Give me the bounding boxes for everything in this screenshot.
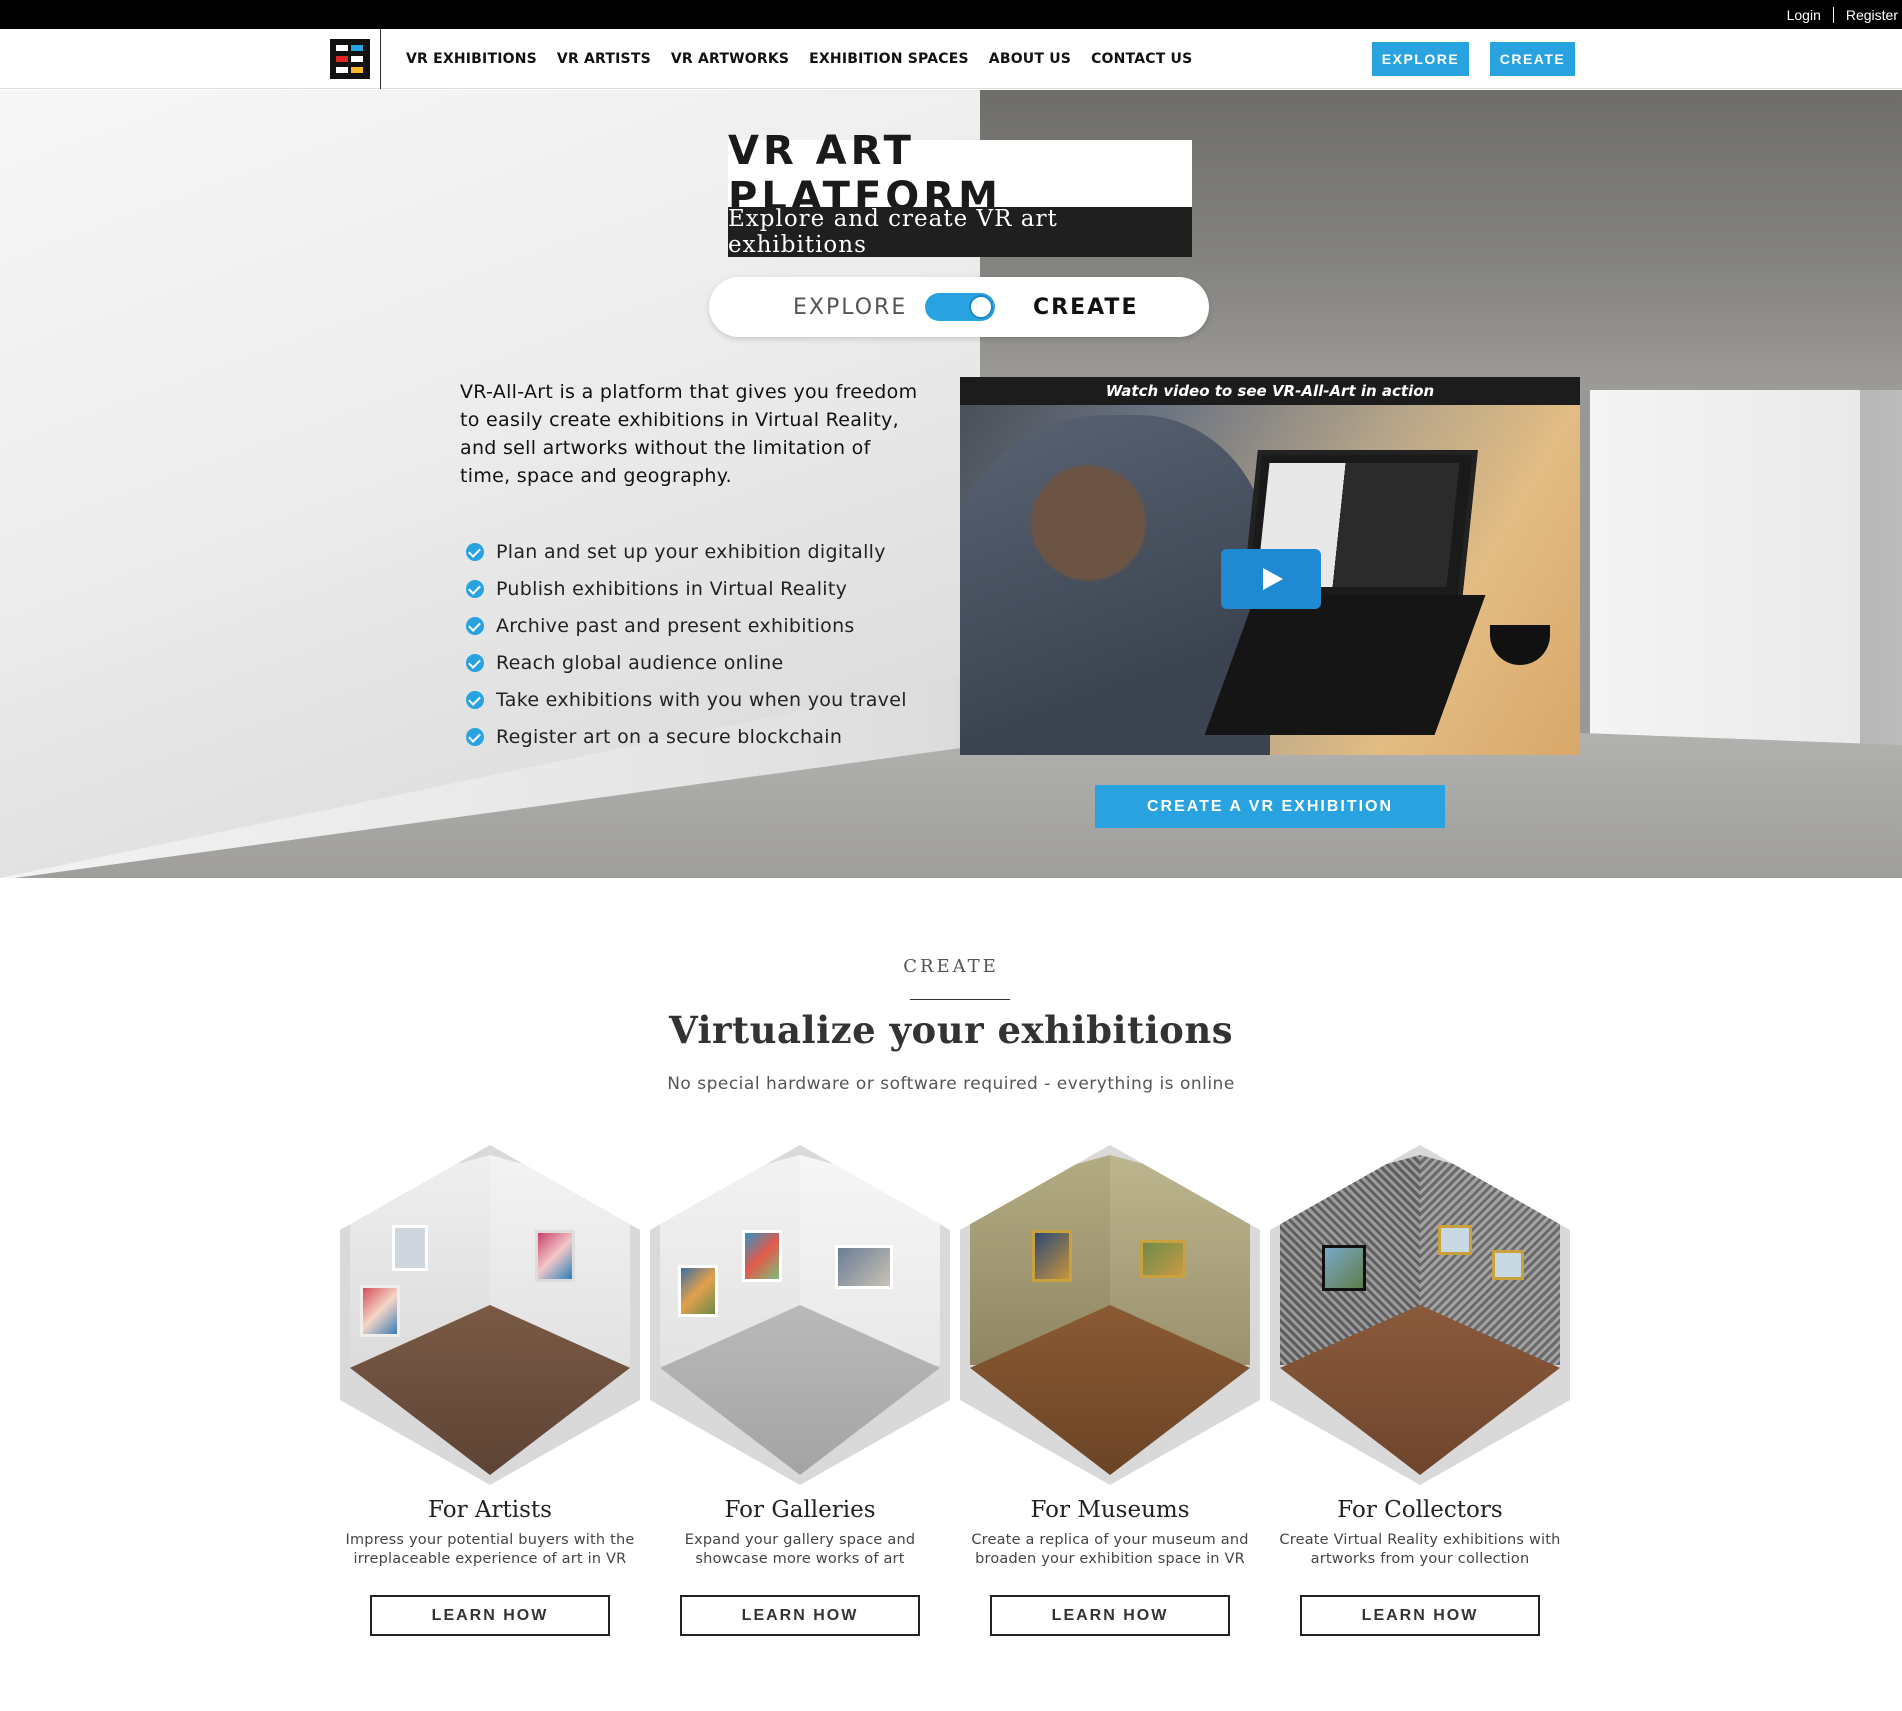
grid-logo-icon[interactable]: [330, 39, 370, 79]
login-link[interactable]: Login: [1783, 7, 1825, 23]
card-description: Create Virtual Reality exhibitions with …: [1279, 1532, 1561, 1567]
explore-create-toggle[interactable]: EXPLORE CREATE: [709, 277, 1209, 337]
gallery-room-illustration: [650, 1145, 950, 1485]
hero-subtitle: Explore and create VR art exhibitions: [728, 206, 1192, 258]
section-kicker: CREATE: [903, 956, 999, 977]
learn-how-button[interactable]: LEARN HOW: [370, 1595, 610, 1636]
collector-room-illustration: [1270, 1145, 1570, 1485]
feature-item: Archive past and present exhibitions: [466, 607, 907, 644]
card-description: Expand your gallery space and showcase m…: [684, 1532, 916, 1567]
learn-how-button[interactable]: LEARN HOW: [990, 1595, 1230, 1636]
section-title: Virtualize your exhibitions: [668, 1008, 1234, 1052]
toggle-switch[interactable]: [925, 293, 995, 321]
feature-item: Plan and set up your exhibition digitall…: [466, 533, 907, 570]
feature-label: Publish exhibitions in Virtual Reality: [496, 577, 848, 600]
feature-label: Reach global audience online: [496, 651, 784, 674]
video-thumbnail-cup: [1490, 625, 1550, 665]
nav-item-vr-exhibitions[interactable]: VR EXHIBITIONS: [406, 51, 537, 67]
learn-how-button[interactable]: LEARN HOW: [1300, 1595, 1540, 1636]
museum-room-illustration: [960, 1145, 1260, 1485]
card-description: Create a replica of your museum and broa…: [971, 1532, 1249, 1567]
section-subtitle: No special hardware or software required…: [667, 1074, 1235, 1094]
hero-title: VR ART PLATFORM: [728, 128, 1192, 220]
create-button[interactable]: CREATE: [1490, 42, 1575, 76]
nav-item-vr-artists[interactable]: VR ARTISTS: [557, 51, 651, 67]
feature-item: Register art on a secure blockchain: [466, 718, 907, 755]
auth-divider: [1832, 6, 1834, 23]
card-title: For Galleries: [724, 1497, 876, 1523]
explore-button[interactable]: EXPLORE: [1372, 42, 1469, 76]
check-circle-icon: [466, 653, 484, 672]
play-icon[interactable]: [1221, 549, 1321, 609]
nav-menu: VR EXHIBITIONS VR ARTISTS VR ARTWORKS EX…: [406, 29, 1192, 89]
check-circle-icon: [466, 542, 484, 561]
nav-item-exhibition-spaces[interactable]: EXHIBITION SPACES: [809, 51, 969, 67]
card-title: For Collectors: [1337, 1497, 1503, 1523]
feature-item: Take exhibitions with you when you trave…: [466, 681, 907, 718]
artist-studio-illustration: [340, 1145, 640, 1485]
card-title: For Museums: [1030, 1497, 1190, 1523]
register-link[interactable]: Register: [1842, 7, 1902, 23]
check-circle-icon: [466, 616, 484, 635]
feature-item: Publish exhibitions in Virtual Reality: [466, 570, 907, 607]
nav-item-contact-us[interactable]: CONTACT US: [1091, 51, 1192, 67]
learn-how-button[interactable]: LEARN HOW: [680, 1595, 920, 1636]
check-circle-icon: [466, 690, 484, 709]
main-navigation: VR EXHIBITIONS VR ARTISTS VR ARTWORKS EX…: [0, 29, 1902, 89]
video-caption: Watch video to see VR-All-Art in action: [960, 377, 1580, 405]
video-thumbnail-keyboard: [1204, 595, 1486, 735]
feature-label: Register art on a secure blockchain: [496, 725, 843, 748]
top-bar: Login Register: [0, 0, 1902, 29]
check-circle-icon: [466, 727, 484, 746]
section-divider: [910, 999, 1010, 1000]
create-vr-exhibition-button[interactable]: CREATE A VR EXHIBITION: [1095, 785, 1445, 828]
video-thumbnail[interactable]: [960, 405, 1580, 755]
feature-label: Archive past and present exhibitions: [496, 614, 855, 637]
nav-divider: [380, 29, 381, 89]
video-player[interactable]: Watch video to see VR-All-Art in action: [960, 377, 1580, 755]
toggle-knob: [969, 295, 993, 319]
nav-item-about-us[interactable]: ABOUT US: [989, 51, 1071, 67]
check-circle-icon: [466, 579, 484, 598]
nav-item-vr-artworks[interactable]: VR ARTWORKS: [671, 51, 789, 67]
feature-list: Plan and set up your exhibition digitall…: [466, 533, 907, 755]
hero-intro-text: VR-All-Art is a platform that gives you …: [460, 381, 918, 487]
feature-item: Reach global audience online: [466, 644, 907, 681]
toggle-label-create[interactable]: CREATE: [1033, 277, 1138, 337]
card-title: For Artists: [428, 1497, 552, 1523]
auth-links: Login Register: [1783, 0, 1902, 29]
feature-label: Take exhibitions with you when you trave…: [496, 688, 907, 711]
feature-label: Plan and set up your exhibition digitall…: [496, 540, 886, 563]
card-description: Impress your potential buyers with the i…: [345, 1532, 635, 1567]
toggle-label-explore[interactable]: EXPLORE: [793, 277, 907, 337]
